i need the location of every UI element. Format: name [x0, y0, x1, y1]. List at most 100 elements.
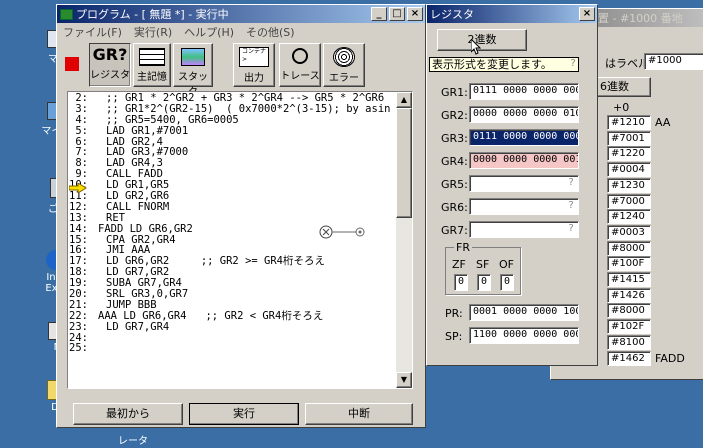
- code-line[interactable]: CALL FNORM: [98, 202, 398, 213]
- register-value-gr7[interactable]: ?: [469, 221, 579, 238]
- memory-cell-label: FADD: [655, 351, 685, 365]
- code-line[interactable]: LD GR7,GR4: [98, 321, 398, 333]
- trace-label: トレース: [280, 71, 320, 82]
- register-name: GR5:: [441, 178, 468, 191]
- memory-cell[interactable]: #1210: [607, 115, 651, 130]
- program-title: プログラム - [ 無題 *] - 実行中: [76, 8, 229, 21]
- memory-cell[interactable]: #1240: [607, 209, 651, 225]
- register-value-gr5[interactable]: ?: [469, 175, 579, 192]
- minimize-button[interactable]: _: [371, 7, 387, 21]
- register-value-gr3[interactable]: 0111 0000 0000 0000: [469, 129, 579, 146]
- interrupt-button[interactable]: 中断: [305, 403, 413, 425]
- desktop-label: レータ: [118, 436, 148, 447]
- output-icon: コンテナ >: [239, 47, 269, 67]
- vertical-scrollbar[interactable]: ▲ ▼: [396, 92, 412, 388]
- magnifier-icon: [292, 48, 308, 64]
- close-button[interactable]: ×: [407, 7, 423, 21]
- register-value-gr2[interactable]: 0000 0000 0000 0100: [469, 106, 579, 123]
- memory-grid-icon: [139, 48, 165, 66]
- register-name: GR3:: [441, 132, 468, 145]
- menu-other[interactable]: その他(S): [240, 24, 301, 40]
- tooltip: 表示形式を変更します。: [429, 57, 579, 72]
- sf-label: SF: [476, 258, 490, 271]
- fr-group: FR ZF SF OF 0 0 0: [445, 241, 521, 295]
- memory-label: 主記憶: [137, 72, 167, 83]
- memory-cell[interactable]: #1426: [607, 287, 651, 303]
- sf-value: 0: [477, 274, 491, 291]
- memory-cell[interactable]: #1220: [607, 146, 651, 162]
- memory-cell[interactable]: #8100: [607, 334, 651, 350]
- register-title: レジスタ: [430, 8, 474, 21]
- memory-cell[interactable]: #7001: [607, 130, 651, 146]
- stack-icon: [181, 48, 205, 66]
- menu-help[interactable]: ヘルプ(H): [178, 24, 240, 40]
- code-editor[interactable]: 2:3:4:5:6:7:8:9:10:11:12:13:14:15:16:17:…: [67, 91, 413, 389]
- run-button[interactable]: 実行: [189, 403, 299, 425]
- bug-icon: [333, 47, 355, 67]
- register-value-gr1[interactable]: 0111 0000 0000 0001: [469, 83, 579, 100]
- error-button[interactable]: エラー: [323, 43, 365, 87]
- of-value: 0: [500, 274, 514, 291]
- scroll-down-button[interactable]: ▼: [396, 372, 412, 388]
- menu-run[interactable]: 実行(R): [128, 24, 178, 40]
- label-input[interactable]: #1000: [644, 53, 703, 70]
- register-name: GR6:: [441, 201, 468, 214]
- stop-indicator-icon[interactable]: [65, 57, 79, 71]
- register-value-gr6[interactable]: ?: [469, 198, 579, 215]
- output-button[interactable]: コンテナ > 出力: [233, 43, 275, 87]
- memory-cell[interactable]: #102F: [607, 319, 651, 335]
- memory-format-button[interactable]: 6進数: [597, 77, 651, 97]
- register-glyph: GR?: [92, 45, 128, 64]
- breakpoint-marker-icon[interactable]: [318, 224, 368, 240]
- tooltip-q: ?: [570, 58, 577, 69]
- memory-button[interactable]: 主記憶: [133, 43, 171, 87]
- program-titlebar[interactable]: プログラム - [ 無題 *] - 実行中 _ □ ×: [57, 5, 425, 23]
- memory-title: 置 - #1000 番地: [598, 12, 683, 25]
- output-label: 出力: [244, 73, 264, 84]
- memory-cell[interactable]: #0003: [607, 224, 651, 240]
- zf-label: ZF: [452, 258, 466, 271]
- of-label: OF: [499, 258, 514, 271]
- fr-title: FR: [454, 241, 472, 254]
- error-label: エラー: [329, 73, 359, 84]
- memory-cell[interactable]: #8000: [607, 240, 651, 256]
- code-line[interactable]: [98, 333, 398, 344]
- restart-button[interactable]: 最初から: [73, 403, 183, 425]
- register-window: レジスタ × 2進数 表示形式を変更します。 ? GR1: 0111 0000 0…: [426, 4, 598, 366]
- register-label: レジスタ: [90, 70, 130, 81]
- memory-cell[interactable]: #100F: [607, 256, 651, 272]
- current-line-arrow-icon: [68, 182, 87, 194]
- line-number: 23:: [69, 320, 88, 333]
- scroll-up-button[interactable]: ▲: [396, 92, 412, 108]
- register-titlebar[interactable]: レジスタ ×: [427, 5, 597, 23]
- line-number: 5:: [75, 124, 88, 137]
- menu-bar: ファイル(F) 実行(R) ヘルプ(H) その他(S): [57, 23, 425, 41]
- sp-value: 1100 0000 0000 0000: [469, 327, 579, 344]
- register-close-button[interactable]: ×: [579, 7, 595, 21]
- memory-cell[interactable]: #1230: [607, 177, 651, 193]
- memory-cell[interactable]: #1415: [607, 272, 651, 287]
- menu-file[interactable]: ファイル(F): [57, 24, 128, 40]
- code-line[interactable]: LAD GR1,#7001: [98, 125, 398, 137]
- register-name: GR4:: [441, 155, 468, 168]
- register-name: GR7:: [441, 224, 468, 237]
- mouse-cursor-icon: [470, 37, 482, 55]
- memory-cell[interactable]: #8000: [607, 303, 651, 319]
- memory-cell[interactable]: #7000: [607, 193, 651, 209]
- register-name: GR2:: [441, 109, 468, 122]
- maximize-button[interactable]: □: [389, 7, 405, 21]
- register-name: GR1:: [441, 86, 468, 99]
- memory-cell[interactable]: #1462: [607, 350, 651, 366]
- trace-button[interactable]: トレース: [279, 43, 321, 87]
- memory-cell[interactable]: #0004: [607, 162, 651, 178]
- scroll-thumb[interactable]: [396, 108, 412, 218]
- register-button[interactable]: GR? レジスタ: [89, 43, 131, 87]
- program-window: プログラム - [ 無題 *] - 実行中 _ □ × ファイル(F) 実行(R…: [56, 4, 426, 428]
- tooltip-text: 表示形式を変更します。: [432, 58, 552, 71]
- zf-value: 0: [454, 274, 468, 291]
- format-button[interactable]: 2進数: [437, 29, 527, 51]
- stack-button[interactable]: スタック: [173, 43, 213, 98]
- app-icon: [60, 8, 73, 20]
- register-value-gr4[interactable]: 0000 0000 0000 0011: [469, 152, 579, 169]
- code-line[interactable]: [98, 343, 398, 354]
